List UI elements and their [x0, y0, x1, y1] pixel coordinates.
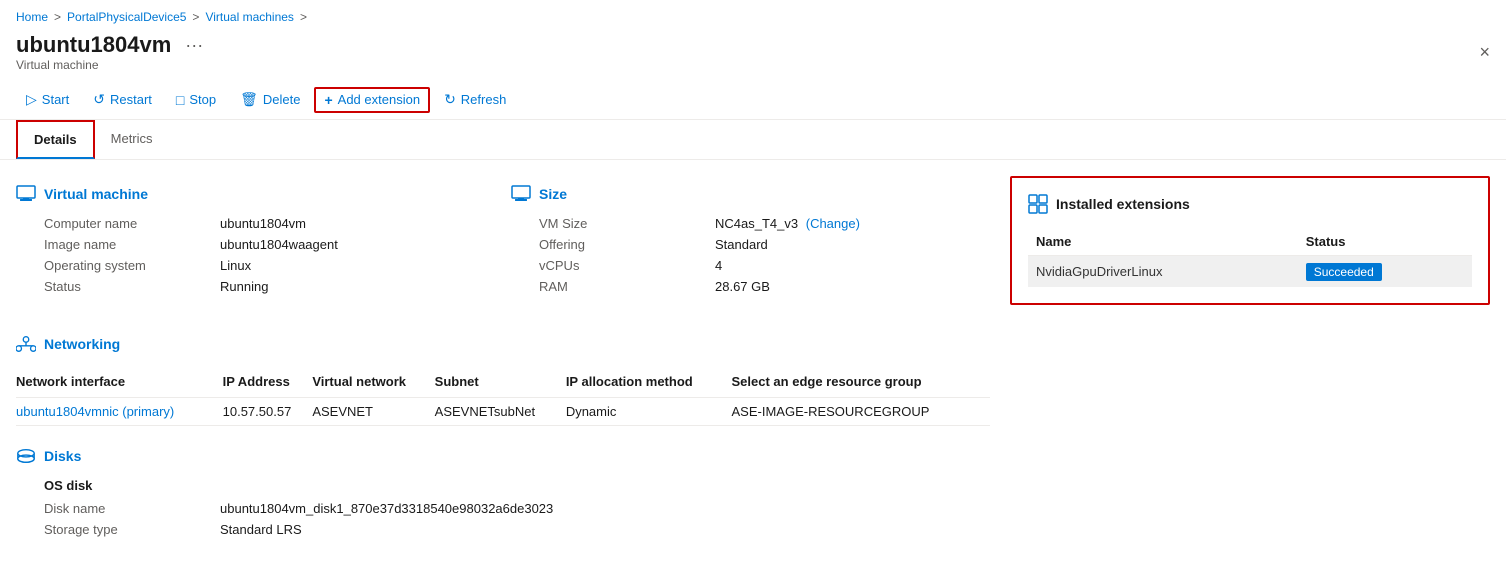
label-computer-name: Computer name — [44, 216, 204, 231]
vm-size-value: NC4as_T4_v3 — [715, 216, 798, 231]
size-icon — [511, 184, 531, 204]
tab-details[interactable]: Details — [16, 120, 95, 159]
col-resource-group: Select an edge resource group — [732, 366, 990, 398]
delete-icon: 🗑 — [240, 91, 258, 108]
label-offering: Offering — [539, 237, 699, 252]
value-image-name: ubuntu1804waagent — [220, 237, 495, 252]
cell-network-interface[interactable]: ubuntu1804vmnic (primary) — [16, 398, 223, 426]
label-image-name: Image name — [44, 237, 204, 252]
breadcrumb-sep3: > — [300, 10, 307, 24]
cell-subnet: ASEVNETsubNet — [435, 398, 566, 426]
label-disk-name: Disk name — [44, 501, 204, 516]
col-network-interface: Network interface — [16, 366, 223, 398]
value-computer-name: ubuntu1804vm — [220, 216, 495, 231]
cell-ip-address: 10.57.50.57 — [223, 398, 313, 426]
size-section: Size VM Size NC4as_T4_v3 (Change) Offeri… — [511, 184, 990, 294]
label-vcpus: vCPUs — [539, 258, 699, 273]
label-os: Operating system — [44, 258, 204, 273]
ext-col-name: Name — [1028, 228, 1298, 256]
networking-table: Network interface IP Address Virtual net… — [16, 366, 990, 426]
disk-info-grid: Disk name ubuntu1804vm_disk1_870e37d3318… — [16, 501, 990, 537]
col-virtual-network: Virtual network — [312, 366, 434, 398]
refresh-icon: ↻ — [444, 91, 456, 108]
networking-section: Networking Network interface IP Address … — [16, 334, 990, 426]
refresh-button[interactable]: ↻ Refresh — [434, 86, 516, 113]
breadcrumb-home[interactable]: Home — [16, 10, 48, 24]
vm-info-grid: Computer name ubuntu1804vm Image name ub… — [16, 216, 495, 294]
os-disk-label: OS disk — [16, 478, 990, 493]
breadcrumb: Home > PortalPhysicalDevice5 > Virtual m… — [0, 0, 1506, 28]
delete-label: Delete — [263, 92, 301, 107]
start-button[interactable]: ▷ Start — [16, 86, 79, 113]
vm-section-title: Virtual machine — [44, 186, 148, 202]
start-label: Start — [42, 92, 69, 107]
label-storage-type: Storage type — [44, 522, 204, 537]
vm-icon — [16, 184, 36, 204]
size-section-title: Size — [539, 186, 567, 202]
page-subtitle: Virtual machine — [16, 58, 209, 72]
value-status: Running — [220, 279, 495, 294]
table-row: ubuntu1804vmnic (primary) 10.57.50.57 AS… — [16, 398, 990, 426]
restart-label: Restart — [110, 92, 152, 107]
value-os: Linux — [220, 258, 495, 273]
size-info-grid: VM Size NC4as_T4_v3 (Change) Offering St… — [511, 216, 990, 294]
ext-status: Succeeded — [1298, 256, 1472, 288]
label-status: Status — [44, 279, 204, 294]
breadcrumb-sep1: > — [54, 10, 61, 24]
value-vcpus: 4 — [715, 258, 990, 273]
page-title: ubuntu1804vm — [16, 32, 171, 58]
ext-name: NvidiaGpuDriverLinux — [1028, 256, 1298, 288]
toolbar: ▷ Start ↺ Restart □ Stop 🗑 Delete + Add … — [0, 80, 1506, 120]
stop-button[interactable]: □ Stop — [166, 87, 226, 113]
start-icon: ▷ — [26, 91, 37, 108]
cell-ip-allocation: Dynamic — [566, 398, 732, 426]
tab-metrics[interactable]: Metrics — [95, 121, 169, 158]
close-button[interactable]: × — [1479, 42, 1490, 63]
value-ram: 28.67 GB — [715, 279, 990, 294]
tabs: Details Metrics — [0, 120, 1506, 160]
add-extension-button[interactable]: + Add extension — [314, 87, 430, 113]
network-icon — [16, 334, 36, 354]
stop-label: Stop — [189, 92, 216, 107]
cell-virtual-network: ASEVNET — [312, 398, 434, 426]
page-header: ubuntu1804vm ··· Virtual machine × — [0, 28, 1506, 80]
ext-panel-title: Installed extensions — [1056, 196, 1190, 212]
status-badge: Succeeded — [1306, 263, 1382, 281]
disks-title: Disks — [44, 448, 81, 464]
delete-button[interactable]: 🗑 Delete — [230, 86, 310, 113]
cell-resource-group: ASE-IMAGE-RESOURCEGROUP — [732, 398, 990, 426]
breadcrumb-vms[interactable]: Virtual machines — [205, 10, 294, 24]
ext-table: Name Status NvidiaGpuDriverLinux Succeed… — [1028, 228, 1472, 287]
label-ram: RAM — [539, 279, 699, 294]
breadcrumb-sep2: > — [192, 10, 199, 24]
col-ip-allocation: IP allocation method — [566, 366, 732, 398]
value-offering: Standard — [715, 237, 990, 252]
networking-title: Networking — [44, 336, 120, 352]
value-disk-name: ubuntu1804vm_disk1_870e37d3318540e98032a… — [220, 501, 990, 516]
stop-icon: □ — [176, 92, 184, 108]
vm-section: Virtual machine Computer name ubuntu1804… — [16, 184, 495, 294]
restart-icon: ↺ — [93, 91, 105, 108]
add-extension-label: Add extension — [338, 92, 420, 107]
col-ip-address: IP Address — [223, 366, 313, 398]
breadcrumb-portal[interactable]: PortalPhysicalDevice5 — [67, 10, 186, 24]
ellipsis-button[interactable]: ··· — [179, 33, 209, 58]
disk-icon — [16, 446, 36, 466]
installed-extensions-panel: Installed extensions Name Status NvidiaG… — [1010, 176, 1490, 305]
ext-col-status: Status — [1298, 228, 1472, 256]
ext-panel-icon — [1028, 194, 1048, 214]
restart-button[interactable]: ↺ Restart — [83, 86, 162, 113]
col-subnet: Subnet — [435, 366, 566, 398]
value-storage-type: Standard LRS — [220, 522, 990, 537]
disks-section: Disks OS disk Disk name ubuntu1804vm_dis… — [16, 446, 990, 537]
change-link[interactable]: (Change) — [806, 216, 860, 231]
ext-table-row[interactable]: NvidiaGpuDriverLinux Succeeded — [1028, 256, 1472, 288]
value-vm-size: NC4as_T4_v3 (Change) — [715, 216, 990, 231]
label-vm-size: VM Size — [539, 216, 699, 231]
main-content: Virtual machine Computer name ubuntu1804… — [0, 160, 1506, 573]
add-icon: + — [324, 92, 332, 108]
refresh-label: Refresh — [461, 92, 507, 107]
